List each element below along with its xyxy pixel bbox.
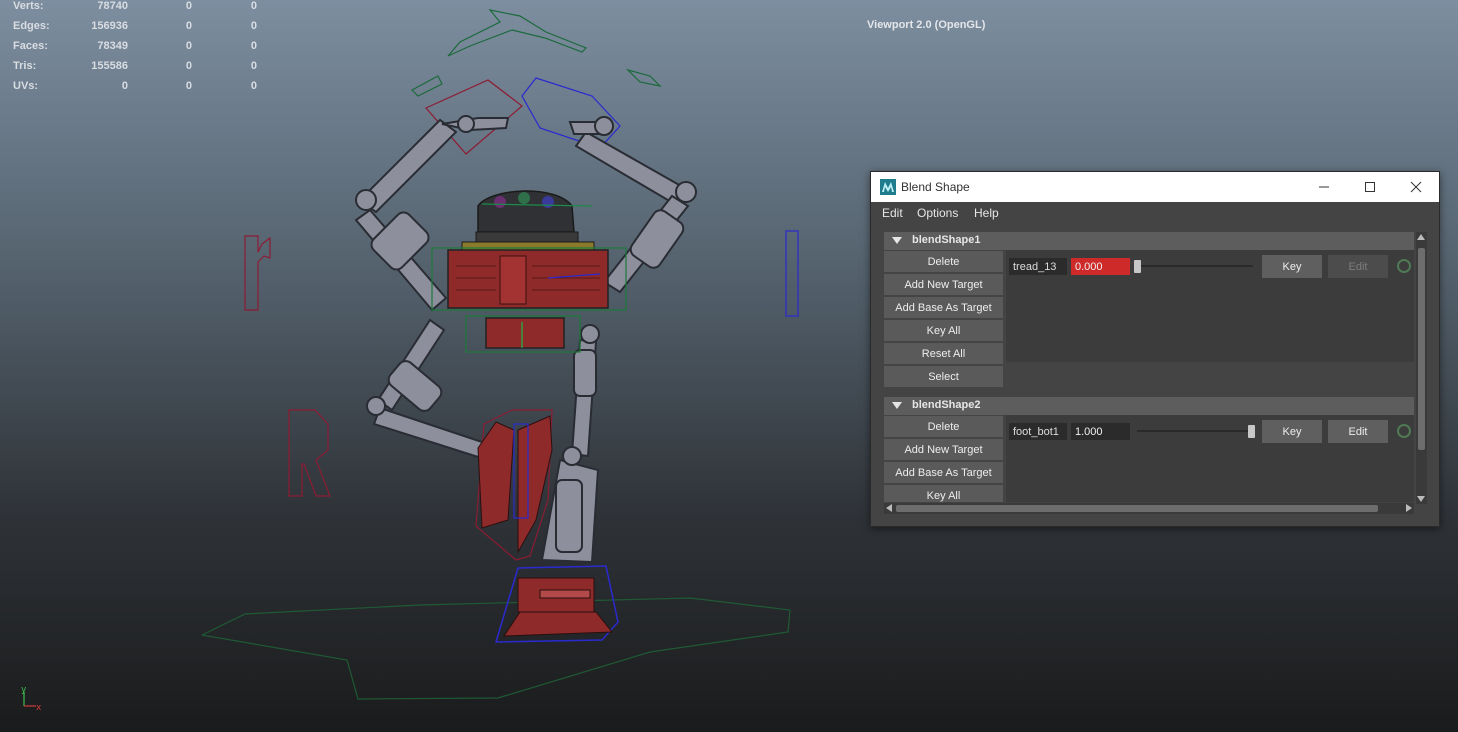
hud-v2: 0 [185, 80, 192, 92]
weight-slider-handle[interactable] [1134, 260, 1141, 273]
key-all-button[interactable]: Key All [884, 320, 1003, 341]
hud-row: Edges: 156936 0 0 [0, 20, 270, 40]
hud-v1: 155586 [91, 60, 128, 72]
horizontal-scroll-thumb[interactable] [896, 505, 1378, 512]
target-area: tread_13 0.000 Key Edit [1006, 250, 1414, 362]
reset-all-button[interactable]: Reset All [884, 343, 1003, 364]
maya-app-icon [880, 179, 896, 195]
scroll-up-icon[interactable] [1417, 234, 1425, 240]
hud-v1: 0 [121, 80, 128, 92]
blend-shape-list: blendShape1 Delete Add New Target Add Base … [884, 232, 1414, 502]
hud-v3: 0 [250, 40, 257, 52]
maximize-icon [1365, 182, 1375, 192]
hud-row: UVs: 0 0 0 [0, 80, 270, 100]
hud-row: Tris: 155586 0 0 [0, 60, 270, 80]
window-titlebar[interactable]: Blend Shape [871, 172, 1439, 202]
key-all-button[interactable]: Key All [884, 485, 1003, 502]
blend-shape-window[interactable]: Blend Shape Edit Options Help blendShape… [870, 171, 1440, 527]
hud-row: Faces: 78349 0 0 [0, 40, 270, 60]
hud-v1: 156936 [91, 20, 128, 32]
minimize-button[interactable] [1301, 172, 1347, 202]
renderer-label: Viewport 2.0 (OpenGL) [867, 19, 986, 31]
ground-control-curve[interactable] [201, 597, 791, 700]
collapse-triangle-icon[interactable] [892, 237, 902, 244]
edit-button[interactable]: Edit [1328, 420, 1388, 443]
section-name: blendShape2 [912, 399, 981, 411]
hud-v3: 0 [250, 0, 257, 12]
hud-v2: 0 [185, 0, 192, 12]
robot-torso[interactable] [447, 249, 609, 309]
hud-v1: 78740 [97, 0, 128, 12]
hud-row: Verts: 78740 0 0 [0, 0, 270, 20]
letter-R-control[interactable] [288, 409, 331, 497]
horizontal-scrollbar[interactable] [884, 503, 1414, 514]
weight-slider-track[interactable] [1137, 430, 1253, 432]
key-button[interactable]: Key [1262, 255, 1322, 278]
add-new-target-button[interactable]: Add New Target [884, 439, 1003, 460]
window-title: Blend Shape [901, 180, 970, 194]
select-button[interactable]: Select [884, 366, 1003, 387]
section-header-blendShape1[interactable]: blendShape1 [884, 232, 1414, 250]
hud-label: Tris: [13, 60, 37, 72]
hud-v2: 0 [185, 40, 192, 52]
axis-indicator-icon: y x [21, 685, 42, 713]
hud-label: Faces: [13, 40, 48, 52]
key-button[interactable]: Key [1262, 420, 1322, 443]
scroll-down-icon[interactable] [1417, 496, 1425, 502]
left-hand-ik-control[interactable] [411, 75, 443, 97]
hud-label: UVs: [13, 80, 39, 92]
delete-button[interactable]: Delete [884, 251, 1003, 272]
hud-v3: 0 [250, 60, 257, 72]
menu-help[interactable]: Help [974, 206, 999, 220]
add-base-as-target-button[interactable]: Add Base As Target [884, 297, 1003, 318]
vertical-scrollbar[interactable] [1416, 232, 1427, 504]
action-buttons-column: Delete Add New Target Add Base As Target Ke… [884, 415, 1005, 502]
delete-button[interactable]: Delete [884, 416, 1003, 437]
menu-options[interactable]: Options [917, 206, 958, 220]
section-name: blendShape1 [912, 234, 981, 246]
menu-edit[interactable]: Edit [882, 206, 903, 220]
hud-label: Edges: [13, 20, 50, 32]
menu-bar: Edit Options Help [871, 202, 1439, 224]
hud-v2: 0 [185, 60, 192, 72]
axis-x-label: x [36, 703, 42, 713]
refresh-icon[interactable] [1397, 259, 1411, 273]
robot-hips[interactable] [485, 317, 565, 349]
target-weight-field[interactable]: 0.000 [1071, 258, 1130, 275]
hud-v3: 0 [250, 80, 257, 92]
axis-y-label: y [21, 685, 27, 695]
head-top-control[interactable] [447, 9, 588, 57]
scroll-left-icon[interactable] [886, 504, 892, 512]
letter-l-control[interactable] [785, 230, 799, 317]
target-name-field[interactable]: tread_13 [1009, 258, 1067, 275]
right-hand-ik-control[interactable] [625, 68, 662, 87]
weight-slider-track[interactable] [1137, 265, 1253, 267]
hud-v2: 0 [185, 20, 192, 32]
target-weight-field[interactable]: 1.000 [1071, 423, 1130, 440]
refresh-icon[interactable] [1397, 424, 1411, 438]
target-name-field[interactable]: foot_bot1 [1009, 423, 1067, 440]
add-new-target-button[interactable]: Add New Target [884, 274, 1003, 295]
vertical-scroll-thumb[interactable] [1418, 248, 1425, 450]
weight-slider-handle[interactable] [1248, 425, 1255, 438]
add-base-as-target-button[interactable]: Add Base As Target [884, 462, 1003, 483]
minimize-icon [1319, 186, 1329, 188]
target-area: foot_bot1 1.000 Key Edit [1006, 415, 1414, 502]
hud-v1: 78349 [97, 40, 128, 52]
close-button[interactable] [1393, 172, 1439, 202]
close-icon [1410, 181, 1422, 193]
hud-v3: 0 [250, 20, 257, 32]
section-header-blendShape2[interactable]: blendShape2 [884, 397, 1414, 415]
action-buttons-column: Delete Add New Target Add Base As Target Ke… [884, 250, 1005, 388]
collapse-triangle-icon[interactable] [892, 402, 902, 409]
letter-r-control[interactable] [244, 235, 271, 311]
right-hand-control[interactable] [521, 77, 621, 149]
edit-button[interactable]: Edit [1328, 255, 1388, 278]
scroll-right-icon[interactable] [1406, 504, 1412, 512]
hud-label: Verts: [13, 0, 44, 12]
maximize-button[interactable] [1347, 172, 1393, 202]
